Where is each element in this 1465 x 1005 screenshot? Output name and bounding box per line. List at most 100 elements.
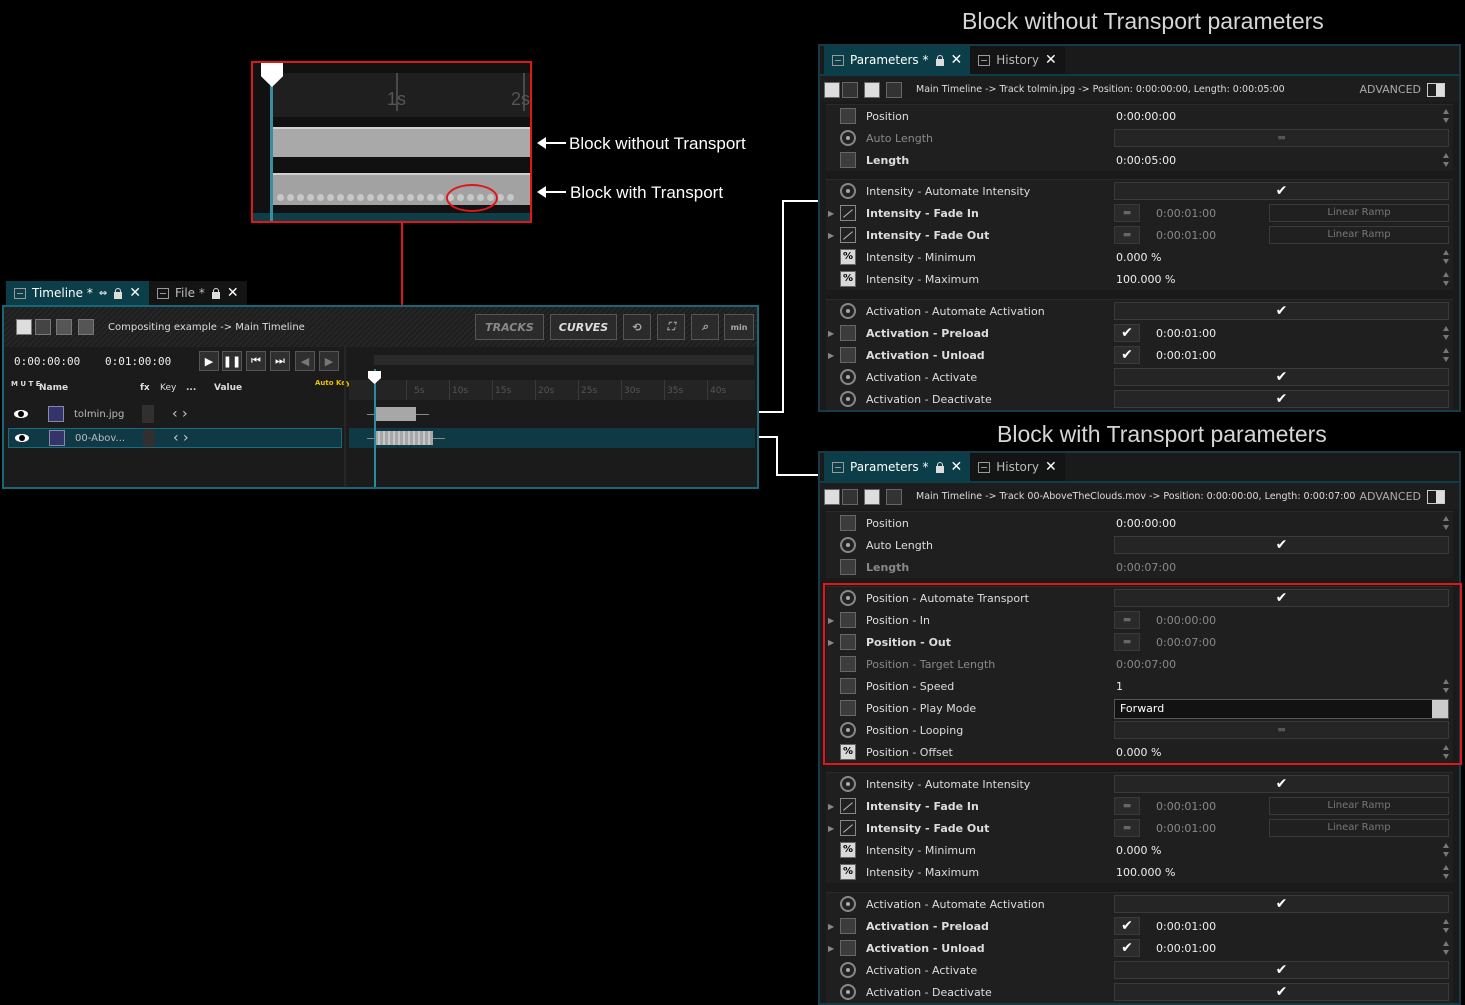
- param-row[interactable]: Length 0:00:07:00: [826, 556, 1453, 578]
- ramp-select[interactable]: Linear Ramp: [1269, 204, 1449, 222]
- param-row[interactable]: Position 0:00:00:00: [826, 512, 1453, 534]
- keyframe-icon[interactable]: [840, 347, 856, 363]
- forward-arrow-icon[interactable]: [886, 82, 902, 98]
- spinner-icon[interactable]: [1443, 843, 1449, 857]
- toggle-icon[interactable]: [840, 896, 856, 912]
- param-checkbox[interactable]: ✔: [1114, 775, 1449, 793]
- param-checkbox[interactable]: ✔: [1114, 961, 1449, 979]
- keyframe-icon[interactable]: [840, 152, 856, 168]
- loop-icon[interactable]: ⟲: [623, 314, 651, 340]
- fx-slot[interactable]: [142, 405, 154, 423]
- param-checkbox[interactable]: ✔: [1114, 182, 1449, 200]
- keyframe-icon[interactable]: [840, 515, 856, 531]
- step-back-button[interactable]: ◀: [295, 351, 315, 371]
- param-row[interactable]: ▶ Activation - Unload ✔ 0:00:01:00: [826, 344, 1453, 366]
- param-row[interactable]: ▶ Intensity - Fade In ▬ 0:00:01:00 Linea…: [826, 202, 1453, 224]
- spinner-icon[interactable]: [1443, 272, 1449, 286]
- col-more[interactable]: ...: [186, 383, 196, 393]
- param-checkbox[interactable]: ✔: [1114, 917, 1140, 935]
- clip-block-without-transport[interactable]: [375, 407, 416, 421]
- close-icon[interactable]: ✕: [1045, 52, 1057, 68]
- track-row[interactable]: 00-Abov... ‹ ›: [8, 428, 342, 448]
- auto-length-checkbox[interactable]: ▬: [1114, 129, 1449, 147]
- param-row[interactable]: ▶ Intensity - Fade Out ▬ 0:00:01:00 Line…: [826, 224, 1453, 246]
- lock-icon[interactable]: [824, 489, 840, 505]
- percent-icon[interactable]: %: [840, 249, 856, 265]
- param-value[interactable]: 0:00:01:00: [1156, 229, 1216, 242]
- keyframe-icon[interactable]: [840, 559, 856, 575]
- param-checkbox[interactable]: ✔: [1114, 983, 1449, 1001]
- param-row[interactable]: Activation - Automate Activation ✔: [826, 300, 1453, 322]
- curve-icon[interactable]: [840, 205, 856, 221]
- param-value[interactable]: 0:00:01:00: [1156, 942, 1216, 955]
- param-row[interactable]: ▶ Activation - Unload ✔ 0:00:01:00: [826, 937, 1453, 959]
- param-row[interactable]: Intensity - Automate Intensity ✔: [826, 180, 1453, 202]
- param-value[interactable]: 0.000 %: [1116, 844, 1161, 857]
- param-row[interactable]: Activation - Deactivate ✔: [826, 388, 1453, 410]
- param-checkbox[interactable]: ▬: [1114, 226, 1140, 244]
- lock-icon[interactable]: [211, 287, 221, 299]
- spinner-icon[interactable]: [1443, 865, 1449, 879]
- curves-button[interactable]: CURVES: [550, 314, 617, 340]
- list-icon[interactable]: [842, 489, 858, 505]
- param-row[interactable]: Activation - Activate ✔: [826, 366, 1453, 388]
- expand-icon[interactable]: ▶: [828, 231, 834, 240]
- param-checkbox[interactable]: ✔: [1114, 895, 1449, 913]
- close-icon[interactable]: ✕: [951, 459, 963, 475]
- ramp-select[interactable]: Linear Ramp: [1269, 226, 1449, 244]
- param-row[interactable]: ▶ Intensity - Fade Out ▬ 0:00:01:00 Line…: [826, 817, 1453, 839]
- back-arrow-icon[interactable]: [864, 82, 880, 98]
- param-row[interactable]: Auto Length ✔: [826, 534, 1453, 556]
- tab-history[interactable]: History ✕: [970, 453, 1065, 481]
- param-value[interactable]: 0:00:01:00: [1156, 920, 1216, 933]
- lock-icon[interactable]: [824, 82, 840, 98]
- param-row[interactable]: Position 0:00:00:00: [826, 105, 1453, 127]
- param-row[interactable]: Activation - Deactivate ✔: [826, 981, 1453, 1003]
- param-value[interactable]: 0:00:01:00: [1156, 822, 1216, 835]
- close-icon[interactable]: ✕: [1045, 459, 1057, 475]
- curve-icon[interactable]: [840, 820, 856, 836]
- toggle-icon[interactable]: [840, 130, 856, 146]
- keyframe-icon[interactable]: [840, 108, 856, 124]
- spinner-icon[interactable]: [1443, 153, 1449, 167]
- min-button[interactable]: min: [724, 314, 754, 340]
- back-arrow-icon[interactable]: [864, 489, 880, 505]
- scroll-track[interactable]: [374, 355, 754, 365]
- list-icon[interactable]: [35, 319, 51, 335]
- param-value[interactable]: 0:00:00:00: [1116, 517, 1176, 530]
- param-row[interactable]: Activation - Activate ✔: [826, 959, 1453, 981]
- forward-arrow-icon[interactable]: [78, 319, 94, 335]
- ramp-select[interactable]: Linear Ramp: [1269, 819, 1449, 837]
- param-checkbox[interactable]: ▬: [1114, 819, 1140, 837]
- expand-icon[interactable]: ▶: [828, 209, 834, 218]
- curve-icon[interactable]: [840, 798, 856, 814]
- spinner-icon[interactable]: [1443, 348, 1449, 362]
- clip-block-with-transport[interactable]: [375, 431, 433, 445]
- param-checkbox[interactable]: ▬: [1114, 797, 1140, 815]
- auto-key-button[interactable]: Auto Key: [315, 379, 351, 387]
- param-value[interactable]: 0:00:01:00: [1156, 800, 1216, 813]
- percent-icon[interactable]: %: [840, 864, 856, 880]
- keyframe-icon[interactable]: [840, 325, 856, 341]
- back-arrow-icon[interactable]: [56, 319, 72, 335]
- param-row[interactable]: % Intensity - Minimum 0.000 %: [826, 246, 1453, 268]
- close-icon[interactable]: ✕: [951, 52, 963, 68]
- tab-file[interactable]: File * ✕: [148, 281, 247, 305]
- step-forward-button[interactable]: ▶: [319, 351, 339, 371]
- expand-icon[interactable]: ▶: [828, 824, 834, 833]
- track-row[interactable]: tolmin.jpg ‹ ›: [8, 404, 342, 424]
- param-value[interactable]: 0:00:01:00: [1156, 349, 1216, 362]
- lock-icon[interactable]: [16, 319, 32, 335]
- eye-icon[interactable]: [15, 434, 29, 442]
- param-value[interactable]: 0:00:01:00: [1156, 207, 1216, 220]
- advanced-toggle[interactable]: [1427, 83, 1445, 97]
- skip-end-button[interactable]: ⏭: [270, 351, 290, 371]
- param-row[interactable]: Activation - Automate Activation ✔: [826, 893, 1453, 915]
- param-row[interactable]: % Intensity - Minimum 0.000 %: [826, 839, 1453, 861]
- param-row[interactable]: ▶ Activation - Preload ✔ 0:00:01:00: [826, 915, 1453, 937]
- keyframe-icon[interactable]: [840, 918, 856, 934]
- time-ruler[interactable]: 5s 10s 15s 20s 25s 30s 35s 40s: [349, 380, 755, 400]
- fx-slot[interactable]: [143, 429, 155, 447]
- expand-icon[interactable]: ▶: [828, 329, 834, 338]
- spinner-icon[interactable]: [1443, 250, 1449, 264]
